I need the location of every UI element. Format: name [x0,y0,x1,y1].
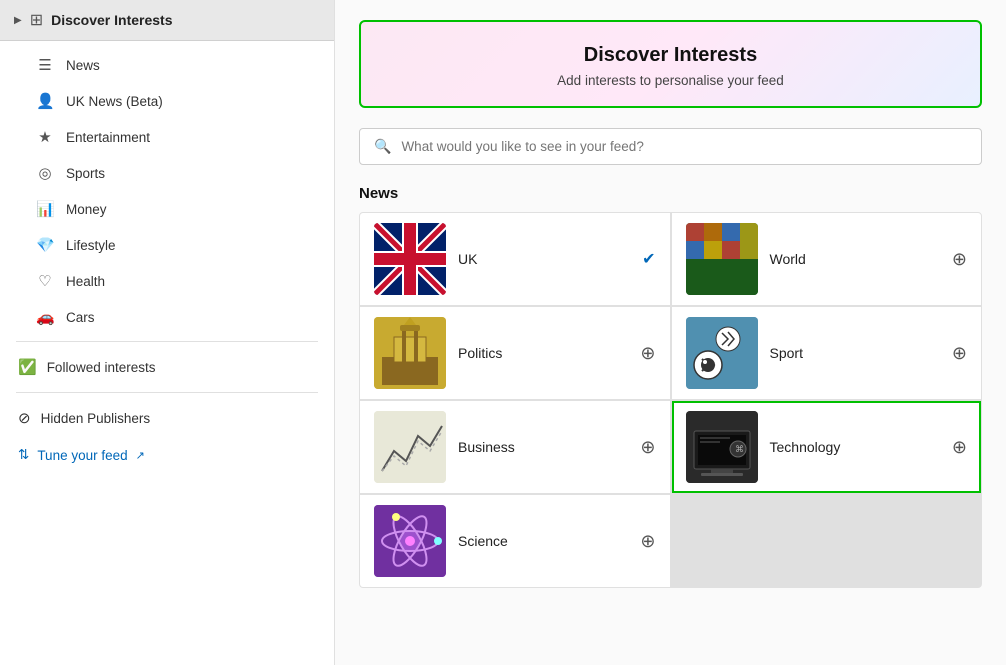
sidebar-divider-2 [16,392,318,393]
discover-card-title: Discover Interests [381,44,960,67]
interest-action-world[interactable]: ⊕ [952,249,967,270]
sidebar-item-lifestyle-label: Lifestyle [66,238,116,253]
sidebar-nav: ☰ News 👤 UK News (Beta) ★ Entertainment … [0,41,334,479]
expand-icon: ▶ [14,15,22,26]
svg-text:⌘: ⌘ [735,444,744,454]
sport-thumbnail [686,317,758,389]
followed-interests[interactable]: ✅ Followed interests [0,348,334,386]
news-icon: ☰ [36,56,54,74]
sidebar-item-health[interactable]: ♡ Health [0,263,334,299]
interest-action-business[interactable]: ⊕ [640,437,655,458]
sidebar-header[interactable]: ▶ ⊞ Discover Interests [0,0,334,41]
interest-label-business: Business [458,439,628,455]
search-icon: 🔍 [374,138,391,155]
interest-action-uk[interactable]: ✔ [642,249,655,269]
main-content: Discover Interests Add interests to pers… [335,0,1006,665]
sidebar-item-uk-news-label: UK News (Beta) [66,94,163,109]
discover-icon: ⊞ [30,10,43,30]
interest-label-science: Science [458,533,628,549]
sidebar-item-entertainment[interactable]: ★ Entertainment [0,119,334,155]
sidebar-item-money[interactable]: 📊 Money [0,191,334,227]
technology-thumbnail: ⌘ [686,411,758,483]
business-thumbnail [374,411,446,483]
interest-label-uk: UK [458,251,630,267]
interest-item-world[interactable]: World ⊕ [672,213,982,305]
interest-item-politics[interactable]: Politics ⊕ [360,307,670,399]
sidebar-item-entertainment-label: Entertainment [66,130,150,145]
sidebar-item-cars-label: Cars [66,310,95,325]
politics-thumbnail [374,317,446,389]
interest-item-technology[interactable]: ⌘ Technology ⊕ [672,401,982,493]
interest-action-science[interactable]: ⊕ [640,531,655,552]
sidebar-item-news[interactable]: ☰ News [0,47,334,83]
sidebar-header-label: Discover Interests [51,12,172,28]
sidebar-item-money-label: Money [66,202,107,217]
tune-feed[interactable]: ⇅ Tune your feed ↗ [0,437,334,473]
interest-thumb-sport [686,317,758,389]
interest-action-sport[interactable]: ⊕ [952,343,967,364]
tune-icon: ⇅ [18,447,29,463]
sidebar-item-cars[interactable]: 🚗 Cars [0,299,334,335]
news-section-title: News [359,185,982,202]
interest-thumb-world [686,223,758,295]
sidebar-item-uk-news[interactable]: 👤 UK News (Beta) [0,83,334,119]
search-input[interactable] [401,139,967,154]
interest-item-business[interactable]: Business ⊕ [360,401,670,493]
science-thumbnail [374,505,446,577]
external-link-icon: ↗ [136,449,145,462]
interest-item-sport[interactable]: Sport ⊕ [672,307,982,399]
interest-thumb-business [374,411,446,483]
money-icon: 📊 [36,200,54,218]
interest-grid: UK ✔ [359,212,982,588]
sports-icon: ◎ [36,164,54,182]
sidebar-item-sports[interactable]: ◎ Sports [0,155,334,191]
lifestyle-icon: 💎 [36,236,54,254]
interest-label-politics: Politics [458,345,628,361]
cars-icon: 🚗 [36,308,54,326]
tune-feed-label: Tune your feed [37,448,127,463]
interest-action-technology[interactable]: ⊕ [952,437,967,458]
hidden-publishers-label: Hidden Publishers [41,411,151,426]
uk-news-icon: 👤 [36,92,54,110]
sidebar: ▶ ⊞ Discover Interests ☰ News 👤 UK News … [0,0,335,665]
entertainment-icon: ★ [36,128,54,146]
interest-label-world: World [770,251,940,267]
interest-thumb-technology: ⌘ [686,411,758,483]
followed-interests-label: Followed interests [47,360,156,375]
hidden-publishers[interactable]: ⊘ Hidden Publishers [0,399,334,437]
sidebar-item-news-label: News [66,58,100,73]
discover-card-subtitle: Add interests to personalise your feed [381,73,960,88]
interest-label-technology: Technology [770,439,940,455]
interest-item-uk[interactable]: UK ✔ [360,213,670,305]
followed-icon: ✅ [18,358,37,376]
discover-card: Discover Interests Add interests to pers… [359,20,982,108]
interest-item-science[interactable]: Science ⊕ [360,495,670,587]
hidden-icon: ⊘ [18,409,31,427]
interest-action-politics[interactable]: ⊕ [640,343,655,364]
interest-thumb-uk [374,223,446,295]
sidebar-item-health-label: Health [66,274,105,289]
uk-thumbnail [374,223,446,295]
world-thumbnail [686,223,758,295]
interest-label-sport: Sport [770,345,940,361]
health-icon: ♡ [36,272,54,290]
sidebar-divider-1 [16,341,318,342]
sidebar-item-lifestyle[interactable]: 💎 Lifestyle [0,227,334,263]
search-bar[interactable]: 🔍 [359,128,982,165]
sidebar-item-sports-label: Sports [66,166,105,181]
interest-thumb-politics [374,317,446,389]
interest-thumb-science [374,505,446,577]
